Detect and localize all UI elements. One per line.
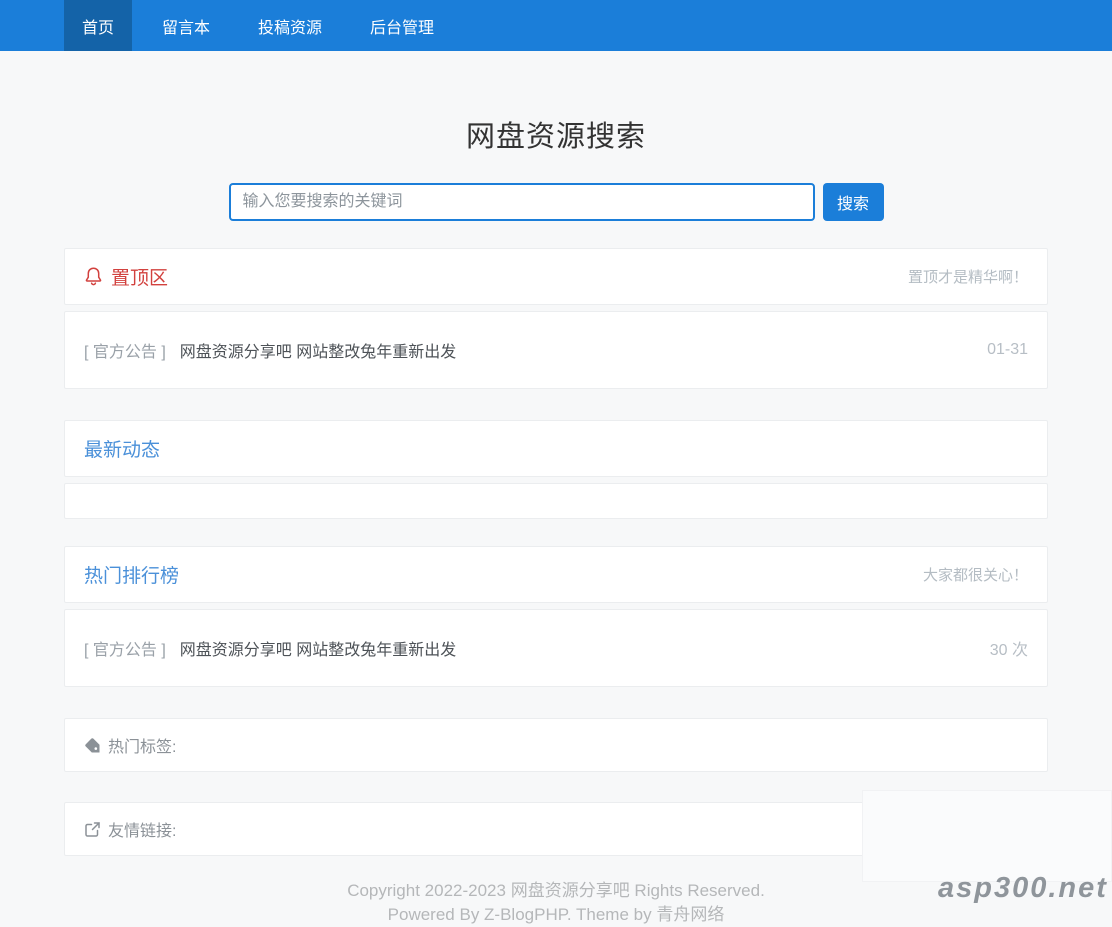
hot-row-category: [ 官方公告 ] <box>84 636 166 660</box>
nav-item-admin[interactable]: 后台管理 <box>352 0 452 51</box>
footer-powered-by: Powered By Z-BlogPHP. Theme by 青舟网络 <box>0 903 1112 927</box>
pinned-note: 置顶才是精华啊！ <box>908 266 1028 287</box>
top-navbar: 首页 留言本 投稿资源 后台管理 <box>0 0 1112 51</box>
corner-overlay-box <box>862 790 1112 882</box>
nav-item-home[interactable]: 首页 <box>64 0 132 51</box>
hot-row: [ 官方公告 ] 网盘资源分享吧 网站整改兔年重新出发 30 次 <box>64 609 1048 687</box>
external-link-icon <box>84 821 101 838</box>
hot-note: 大家都很关心！ <box>923 564 1028 585</box>
pinned-title: 置顶区 <box>111 263 168 290</box>
section-pinned: 置顶区 置顶才是精华啊！ [ 官方公告 ] 网盘资源分享吧 网站整改兔年重新出发… <box>64 248 1048 389</box>
pinned-row-date: 01-31 <box>987 341 1028 359</box>
section-hot-tags: 热门标签: <box>64 718 1048 772</box>
friend-links-label: 友情链接: <box>108 817 176 841</box>
pinned-row-category: [ 官方公告 ] <box>84 338 166 362</box>
hot-title: 热门排行榜 <box>84 561 179 588</box>
section-hot: 热门排行榜 大家都很关心！ [ 官方公告 ] 网盘资源分享吧 网站整改兔年重新出… <box>64 546 1048 687</box>
latest-header: 最新动态 <box>64 420 1048 477</box>
nav-item-guestbook[interactable]: 留言本 <box>144 0 228 51</box>
pinned-row: [ 官方公告 ] 网盘资源分享吧 网站整改兔年重新出发 01-31 <box>64 311 1048 389</box>
hot-row-views: 30 次 <box>990 636 1028 660</box>
search-button[interactable]: 搜索 <box>823 183 884 221</box>
search-input[interactable] <box>229 183 815 221</box>
pinned-header: 置顶区 置顶才是精华啊！ <box>64 248 1048 305</box>
page-title: 网盘资源搜索 <box>0 113 1112 155</box>
hot-tags-label: 热门标签: <box>108 733 176 757</box>
section-latest: 最新动态 <box>64 420 1048 519</box>
search-bar: 搜索 <box>0 183 1112 221</box>
hot-row-title-link[interactable]: 网盘资源分享吧 网站整改兔年重新出发 <box>180 636 456 660</box>
latest-empty-row <box>64 483 1048 519</box>
nav-item-submit-resource[interactable]: 投稿资源 <box>240 0 340 51</box>
pinned-title-wrap: 置顶区 <box>84 263 168 290</box>
tag-icon <box>84 737 101 754</box>
pinned-row-title-link[interactable]: 网盘资源分享吧 网站整改兔年重新出发 <box>180 338 456 362</box>
watermark-text: asp300.net <box>938 872 1108 905</box>
hot-header: 热门排行榜 大家都很关心！ <box>64 546 1048 603</box>
bell-icon <box>84 266 103 287</box>
latest-title: 最新动态 <box>84 435 160 462</box>
